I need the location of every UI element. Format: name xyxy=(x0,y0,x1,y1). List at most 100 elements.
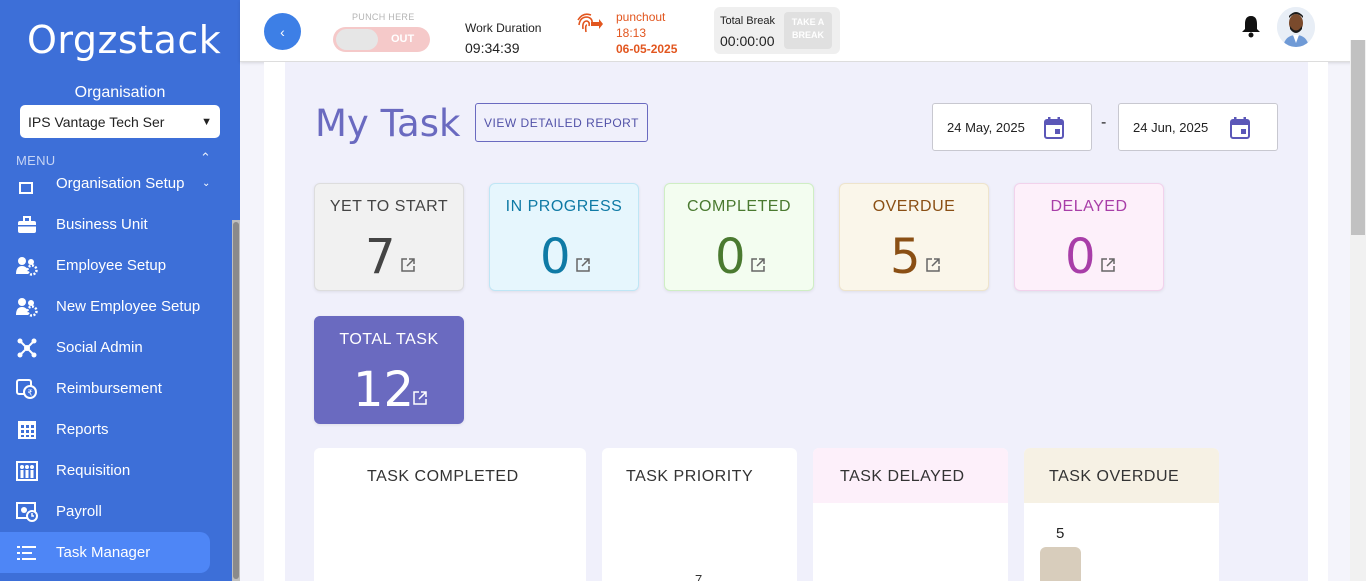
sidebar-item-task-manager[interactable]: Task Manager xyxy=(0,532,210,573)
sidebar-scrollbar-thumb[interactable] xyxy=(233,222,239,579)
overdue-bar-label: 5 xyxy=(1056,525,1065,542)
card-value: 7 xyxy=(365,229,396,285)
requisition-icon xyxy=(16,460,38,482)
organisation-select[interactable]: IPS Vantage Tech Ser ▼ xyxy=(20,105,220,138)
card-value: 0 xyxy=(715,229,746,285)
chevron-down-icon: ⌄ xyxy=(202,178,211,189)
sidebar-item-label: Payroll xyxy=(56,503,102,520)
date-from-picker[interactable]: 24 May, 2025 xyxy=(932,103,1092,151)
card-completed[interactable]: COMPLETED 0 xyxy=(664,183,814,291)
reports-icon xyxy=(16,419,38,441)
total-break-value: 00:00:00 xyxy=(720,33,775,49)
top-header: ‹ PUNCH HERE OUT Work Duration 09:34:39 … xyxy=(240,0,1366,62)
toggle-knob xyxy=(336,29,378,50)
calendar-icon[interactable] xyxy=(1044,117,1064,139)
card-label: DELAYED xyxy=(1050,198,1128,215)
sidebar-item-requisition[interactable]: Requisition xyxy=(0,450,210,491)
card-value: 0 xyxy=(540,229,571,285)
employee-gear-icon xyxy=(16,255,38,277)
organisation-label: Organisation xyxy=(74,84,166,101)
take-break-button[interactable]: TAKE A BREAK xyxy=(784,12,832,49)
sidebar-item-organisation-setup[interactable]: Organisation Setup ⌄ xyxy=(0,163,210,204)
sidebar-item-label: Business Unit xyxy=(56,216,148,233)
punchout-date: 06-05-2025 xyxy=(616,42,678,56)
overdue-bar[interactable] xyxy=(1040,547,1081,581)
page-scrollbar[interactable] xyxy=(1350,40,1366,581)
external-link-icon[interactable] xyxy=(413,391,427,405)
panel-task-overdue: TASK OVERDUE 5 xyxy=(1024,448,1219,581)
date-to-picker[interactable]: 24 Jun, 2025 xyxy=(1118,103,1278,151)
punch-toggle[interactable]: OUT xyxy=(333,27,430,52)
sidebar-item-label: Reports xyxy=(56,421,109,438)
external-link-icon[interactable] xyxy=(1101,258,1115,272)
card-yet-to-start[interactable]: YET TO START 7 xyxy=(314,183,464,291)
page-title: My Task xyxy=(315,102,461,145)
sidebar-item-new-employee-setup[interactable]: New Employee Setup xyxy=(0,286,210,327)
external-link-icon[interactable] xyxy=(401,258,415,272)
bell-icon[interactable] xyxy=(1240,14,1262,38)
card-value: 12 xyxy=(353,362,415,418)
sidebar-item-payroll[interactable]: Payroll xyxy=(0,491,210,532)
avatar[interactable] xyxy=(1277,7,1315,47)
sidebar-item-label: New Employee Setup xyxy=(56,298,201,315)
chevron-left-icon: ‹ xyxy=(280,23,285,40)
sidebar-item-label: Employee Setup xyxy=(56,257,167,274)
sidebar: Orgzstack Organisation IPS Vantage Tech … xyxy=(0,0,240,581)
panel-title: TASK DELAYED xyxy=(840,468,965,485)
payroll-icon xyxy=(16,501,38,523)
external-link-icon[interactable] xyxy=(926,258,940,272)
reimbursement-icon: ₹ xyxy=(16,378,38,400)
date-separator: - xyxy=(1101,114,1107,131)
external-link-icon[interactable] xyxy=(576,258,590,272)
panel-title: TASK OVERDUE xyxy=(1049,468,1180,485)
priority-chart-value: 7 xyxy=(695,572,703,581)
card-label: TOTAL TASK xyxy=(339,331,439,348)
briefcase-icon xyxy=(16,214,38,236)
view-detailed-report-button[interactable]: VIEW DETAILED REPORT xyxy=(475,103,648,142)
sidebar-item-reimbursement[interactable]: ₹ Reimbursement xyxy=(0,368,210,409)
sidebar-item-label: Task Manager xyxy=(56,544,151,561)
panel-task-delayed: TASK DELAYED xyxy=(813,448,1008,581)
panel-title: TASK PRIORITY xyxy=(626,468,754,485)
social-admin-icon xyxy=(16,337,38,359)
task-manager-icon xyxy=(16,542,38,564)
sidebar-item-business-unit[interactable]: Business Unit xyxy=(0,204,210,245)
work-duration-label: Work Duration xyxy=(465,21,542,35)
organisation-select-value: IPS Vantage Tech Ser xyxy=(28,113,165,130)
app-logo[interactable]: Orgzstack xyxy=(27,18,221,62)
fingerprint-icon xyxy=(575,10,603,36)
date-to-value: 24 Jun, 2025 xyxy=(1133,120,1209,135)
back-button[interactable]: ‹ xyxy=(264,13,301,50)
sidebar-item-label: Social Admin xyxy=(56,339,143,356)
punch-here-label: PUNCH HERE xyxy=(352,12,415,22)
card-overdue[interactable]: OVERDUE 5 xyxy=(839,183,989,291)
card-value: 5 xyxy=(890,229,921,285)
card-label: YET TO START xyxy=(329,198,449,215)
svg-text:₹: ₹ xyxy=(28,388,33,397)
sidebar-item-social-admin[interactable]: Social Admin xyxy=(0,327,210,368)
new-employee-gear-icon xyxy=(16,296,38,318)
total-break-label: Total Break xyxy=(720,15,776,27)
date-from-value: 24 May, 2025 xyxy=(947,120,1025,135)
page-scrollbar-thumb[interactable] xyxy=(1351,40,1365,235)
card-in-progress[interactable]: IN PROGRESS 0 xyxy=(489,183,639,291)
sidebar-item-employee-setup[interactable]: Employee Setup xyxy=(0,245,210,286)
org-setup-icon xyxy=(16,173,38,195)
card-label: COMPLETED xyxy=(686,198,792,215)
card-delayed[interactable]: DELAYED 0 xyxy=(1014,183,1164,291)
external-link-icon[interactable] xyxy=(751,258,765,272)
total-break-box: Total Break 00:00:00 TAKE A BREAK xyxy=(714,7,840,54)
panel-task-completed: TASK COMPLETED xyxy=(314,448,586,581)
sidebar-item-label: Reimbursement xyxy=(56,380,162,397)
work-duration-value: 09:34:39 xyxy=(465,40,520,56)
card-label: IN PROGRESS xyxy=(505,198,623,215)
chevron-down-icon: ▼ xyxy=(201,115,212,128)
card-total-task[interactable]: TOTAL TASK 12 xyxy=(314,316,464,424)
calendar-icon[interactable] xyxy=(1230,117,1250,139)
panel-task-priority: TASK PRIORITY 7 xyxy=(602,448,797,581)
sidebar-item-label: Organisation Setup xyxy=(56,175,185,192)
panel-title: TASK COMPLETED xyxy=(367,468,519,485)
card-value: 0 xyxy=(1065,229,1096,285)
sidebar-item-label: Requisition xyxy=(56,462,131,479)
sidebar-item-reports[interactable]: Reports xyxy=(0,409,210,450)
